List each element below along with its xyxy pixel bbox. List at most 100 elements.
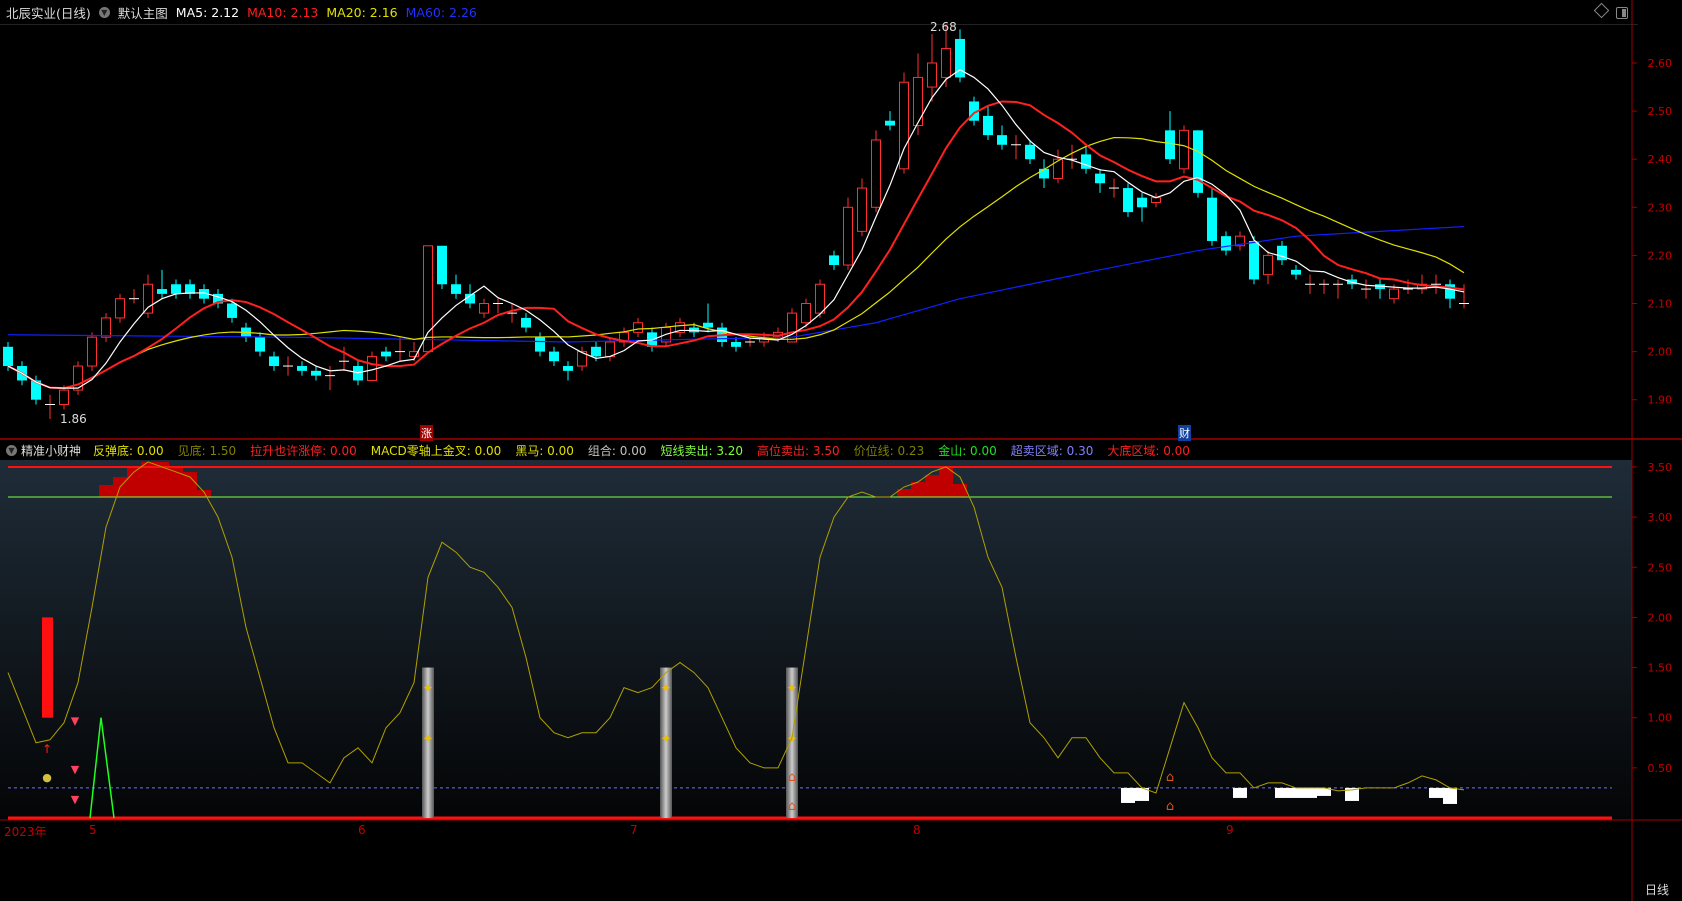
signal-wealth-badge: 财 [1178,425,1191,441]
candle-body-up [605,341,615,357]
candle [1319,279,1329,294]
stock-chart[interactable]: ✦ ✦ ✦ ✦ ✦ ✦ ⌂ ⌂ ⌂ ⌂ ▼ ▼ ▼ ● ↑ 1.90 2.00 2.10 2.20 2.30 2.40… [0,0,1682,901]
rebound-bar [42,617,53,718]
candle-body-down [227,303,237,318]
candle [955,29,965,83]
candle-body-down [731,341,741,347]
house-icon: ⌂ [1166,770,1174,785]
candle [1305,274,1315,294]
candle-body-down [703,322,713,328]
candle [1361,279,1371,299]
high-sell-block [939,466,953,498]
candle-body-down [591,346,601,357]
candle-body-up [633,322,643,333]
candle [171,279,181,299]
y-tick-label: 2.10 [1648,298,1673,311]
candle [297,361,307,376]
butterfly-icon: ✦ [661,732,672,747]
candle [1137,192,1147,222]
y-tick-label: 2.30 [1648,201,1673,214]
y-tick-label: 2.00 [1648,346,1673,359]
candle-body-down [885,120,895,126]
candle-body-up [927,62,937,88]
candle [283,356,293,376]
candle [1151,192,1161,208]
candle [185,279,195,299]
candle-body-up [871,139,881,208]
candle-body-up [1389,288,1399,300]
x-label-jul: 7 [630,823,638,837]
y-tick-label: 2.40 [1648,153,1673,166]
candle [1081,144,1091,174]
candle [633,317,643,338]
candle [255,332,265,357]
candle-body-down [983,115,993,136]
candle [1459,284,1469,309]
candle-body-up [941,48,951,78]
candle-body-down [1095,173,1105,184]
candle-body-down [829,255,839,266]
candle-body-down [437,245,447,285]
candle-body-up [1053,158,1063,179]
candle [451,274,461,299]
candle [269,351,279,371]
candle-body-down [1291,269,1301,275]
candle [1333,279,1343,299]
candle [311,366,321,381]
candle-body-up [87,336,97,367]
high-price-label: 2.68 [930,20,957,34]
candle [45,394,55,419]
coins-icon: ● [42,771,52,784]
candle [675,317,685,338]
low-price-label: 1.86 [60,412,87,426]
candle [87,332,97,371]
candle-body-down [997,135,1007,145]
high-sell-block [99,485,113,498]
candle-body-up [801,303,811,324]
oversold-block [1275,787,1289,798]
y-tick-label: 0.50 [1648,762,1673,775]
high-sell-block [925,474,939,498]
candle-body-down [171,284,181,294]
candle [423,245,433,353]
gem-icon: ▼ [71,715,80,728]
candle-body-down [3,346,13,367]
candle [1109,178,1119,198]
candle [843,197,853,270]
candle [563,361,573,381]
house-icon: ⌂ [788,799,796,814]
indicator-panel-bg [0,460,1632,820]
oversold-block [1121,787,1135,803]
candle-body-down [1165,130,1175,160]
y-tick-label: 1.90 [1648,394,1673,407]
candle-body-down [1207,197,1217,241]
high-sell-block [953,484,967,498]
candle [381,346,391,362]
candle [871,130,881,213]
y-tick-label: 1.50 [1648,662,1673,675]
candle [521,313,531,333]
candle [1011,135,1021,160]
candle-body-up [59,389,69,406]
oversold-block [1233,787,1247,798]
timeframe-label[interactable]: 日线 [1645,881,1669,898]
candle [983,106,993,140]
candle [619,327,629,347]
candle-body-down [1025,144,1035,160]
ma60-line [7,225,1465,343]
candle-body-down [311,370,321,376]
candle-body-up [815,283,825,314]
candle [1179,125,1189,174]
candle-body-up [143,283,153,314]
candle [213,289,223,309]
oversold-block [1429,787,1443,798]
candle [1445,279,1455,309]
candle [829,250,839,270]
candle-body-down [297,366,307,371]
candle [857,178,867,237]
candle [507,303,517,323]
x-label-year: 2023年 [4,825,47,839]
y-tick-label: 3.00 [1648,511,1673,524]
house-icon: ⌂ [788,770,796,785]
gem-icon: ▼ [71,763,80,776]
